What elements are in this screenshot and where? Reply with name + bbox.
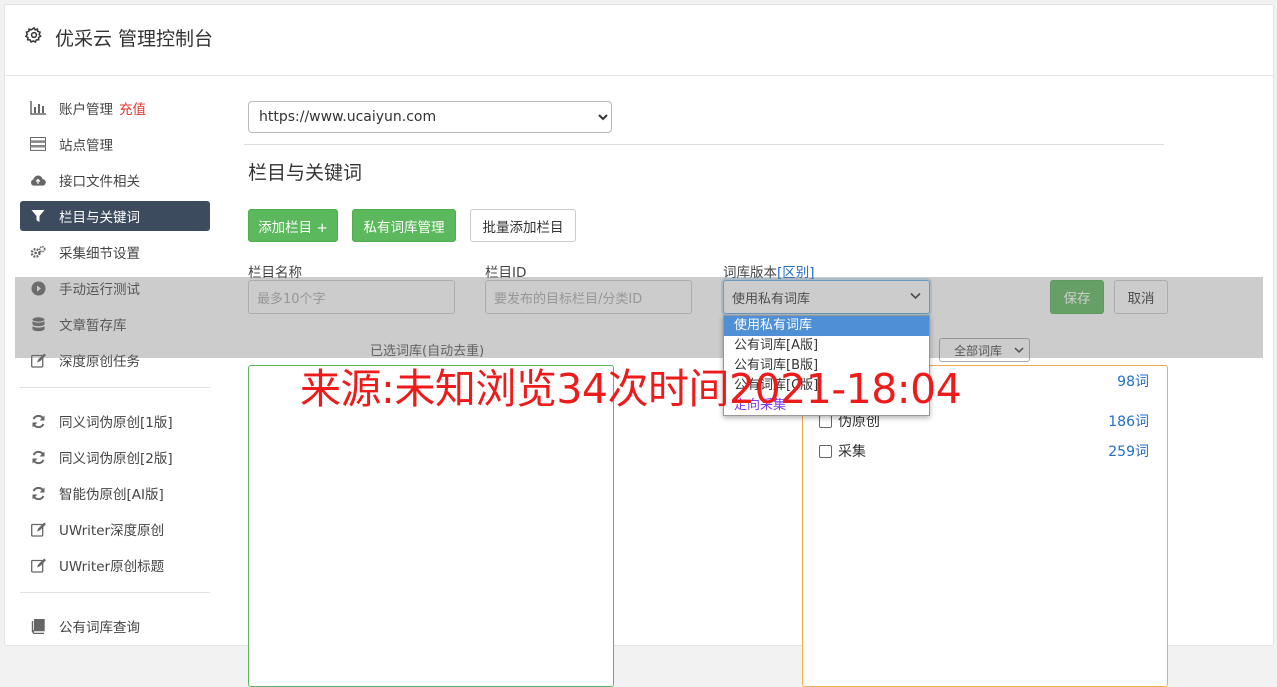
lib-row[interactable]: 采集 259词 bbox=[819, 441, 1149, 461]
dropdown-option[interactable]: 使用私有词库 bbox=[724, 316, 929, 336]
book-icon bbox=[30, 618, 46, 634]
refresh-icon bbox=[30, 449, 46, 465]
sidebar-item-label: 智能伪原创[AI版] bbox=[59, 487, 164, 503]
sidebar-item-label: UWriter原创标题 bbox=[59, 559, 165, 575]
lib-checkbox[interactable] bbox=[819, 444, 832, 458]
sidebar-item-label: 账户管理 bbox=[59, 102, 113, 118]
sidebar-item-uwriter-deep[interactable]: UWriter深度原创 bbox=[20, 514, 210, 544]
bar-chart-icon bbox=[30, 100, 46, 116]
sidebar-item-synonym-v1[interactable]: 同义词伪原创[1版] bbox=[20, 406, 210, 436]
refresh-icon bbox=[30, 413, 46, 429]
gear-icon bbox=[25, 26, 42, 43]
sidebar-item-columns[interactable]: 栏目与关键词 bbox=[20, 201, 210, 231]
lib-count[interactable]: 259词 bbox=[1108, 441, 1149, 461]
lib-count[interactable]: 98词 bbox=[1117, 371, 1149, 391]
server-icon bbox=[30, 136, 46, 152]
cloud-upload-icon bbox=[30, 172, 46, 188]
sidebar-item-ai-rewrite[interactable]: 智能伪原创[AI版] bbox=[20, 478, 210, 508]
sidebar-item-label: UWriter深度原创 bbox=[59, 523, 165, 539]
sidebar-item-label: 站点管理 bbox=[59, 138, 113, 154]
sidebar-item-label: 采集细节设置 bbox=[59, 246, 140, 262]
sidebar-item-collect-settings[interactable]: 采集细节设置 bbox=[20, 237, 210, 267]
edit-icon bbox=[30, 521, 46, 537]
page-header: 优采云 管理控制台 bbox=[5, 5, 1273, 76]
lib-count[interactable]: 186词 bbox=[1108, 411, 1149, 431]
sidebar-item-label: 同义词伪原创[2版] bbox=[59, 451, 173, 467]
dropdown-option[interactable]: 公有词库[A版] bbox=[724, 336, 929, 356]
divider bbox=[244, 144, 1164, 145]
filter-icon bbox=[30, 208, 46, 224]
private-lib-button[interactable]: 私有词库管理 bbox=[352, 209, 456, 242]
cogs-icon bbox=[30, 244, 46, 260]
sidebar-item-synonym-v2[interactable]: 同义词伪原创[2版] bbox=[20, 442, 210, 472]
sidebar-item-label: 栏目与关键词 bbox=[59, 210, 140, 226]
recharge-link[interactable]: 充值 bbox=[119, 98, 146, 118]
sidebar-item-sites[interactable]: 站点管理 bbox=[20, 129, 210, 159]
sidebar-item-label: 接口文件相关 bbox=[59, 174, 140, 190]
sidebar-divider bbox=[20, 592, 210, 593]
sidebar: 账户管理 充值 站点管理 接口文件相关 栏目与关键词 采集细节设置 手动运行测试… bbox=[20, 93, 210, 647]
edit-icon bbox=[30, 557, 46, 573]
section-title: 栏目与关键词 bbox=[248, 162, 363, 184]
watermark-text: 来源:未知浏览34次时间2021-18:04 bbox=[300, 365, 962, 413]
sidebar-divider bbox=[20, 387, 210, 388]
sidebar-item-uwriter-title[interactable]: UWriter原创标题 bbox=[20, 550, 210, 580]
batch-add-button[interactable]: 批量添加栏目 bbox=[470, 209, 576, 242]
sidebar-item-account[interactable]: 账户管理 充值 bbox=[20, 93, 210, 123]
lib-checkbox[interactable] bbox=[819, 414, 832, 428]
site-select[interactable]: https://www.ucaiyun.com bbox=[248, 101, 612, 133]
sidebar-item-label: 公有词库查询 bbox=[59, 620, 140, 636]
refresh-icon bbox=[30, 485, 46, 501]
sidebar-item-interface[interactable]: 接口文件相关 bbox=[20, 165, 210, 195]
overlay-band bbox=[15, 277, 1263, 358]
sidebar-item-label: 同义词伪原创[1版] bbox=[59, 415, 173, 431]
app-title: 优采云 管理控制台 bbox=[55, 28, 214, 50]
lib-name: 采集 bbox=[838, 444, 866, 460]
add-column-button[interactable]: 添加栏目 + bbox=[248, 209, 338, 242]
sidebar-item-public-lib-query[interactable]: 公有词库查询 bbox=[20, 611, 210, 641]
